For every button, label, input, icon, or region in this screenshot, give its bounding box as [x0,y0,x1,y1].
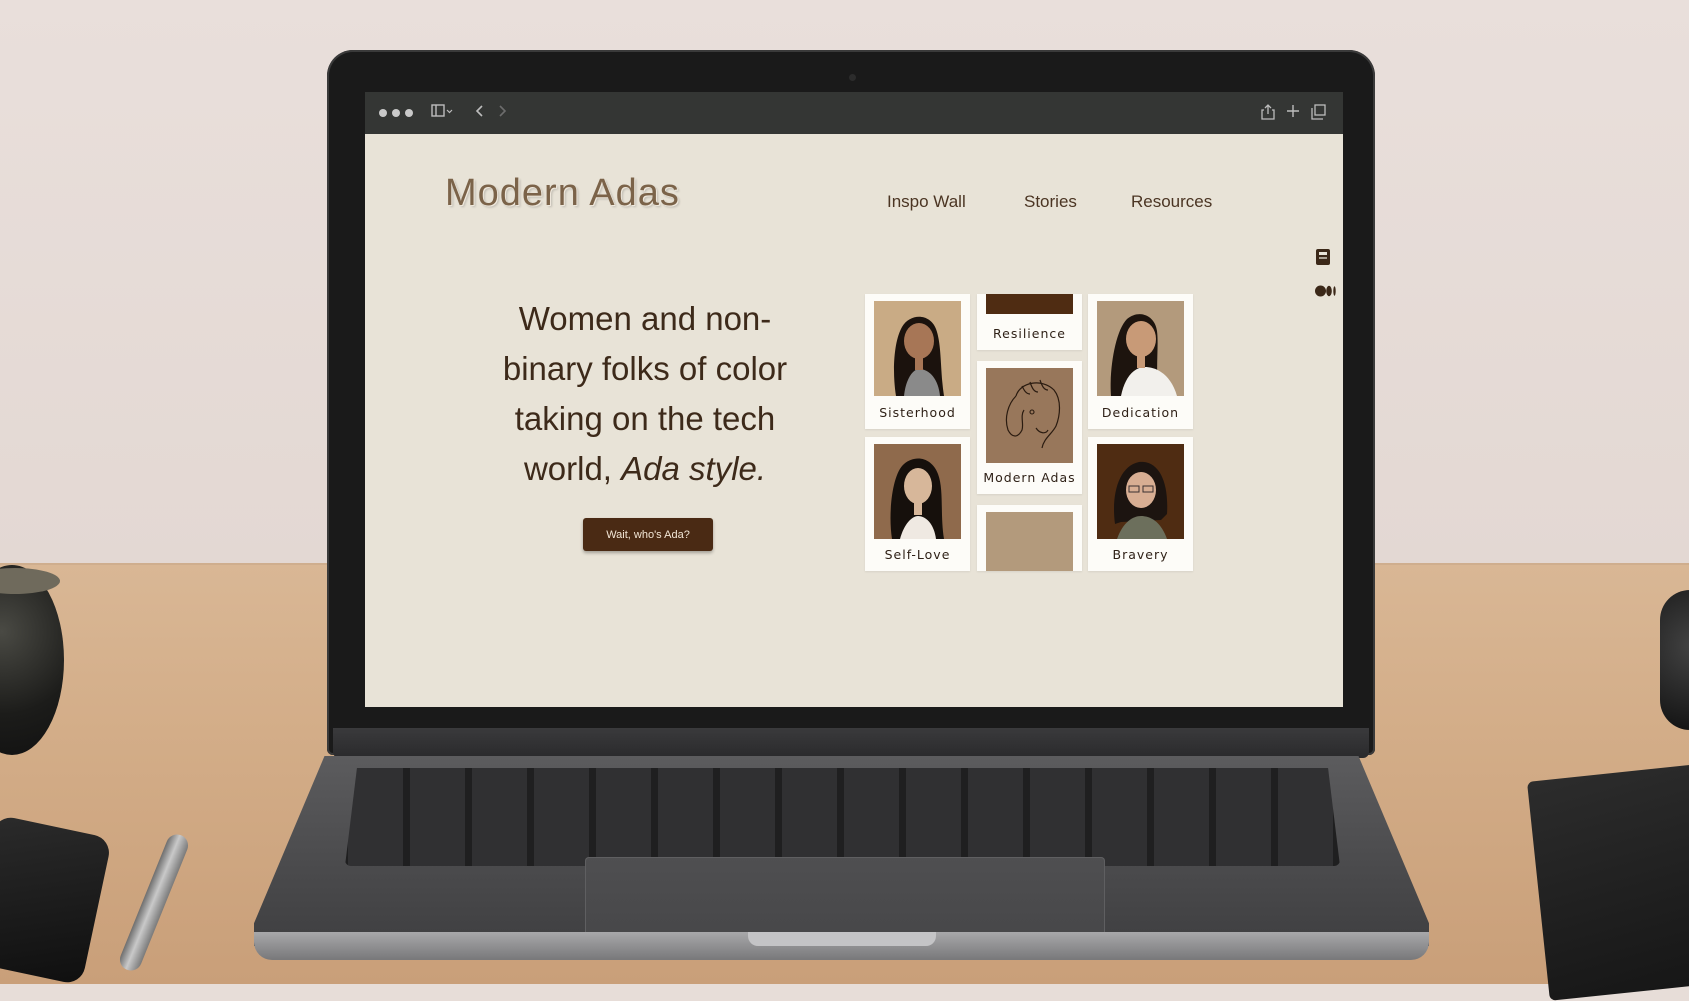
site-logo[interactable]: Modern Adas [445,172,680,215]
new-tab-icon[interactable] [1286,104,1300,122]
hero-line: taking on the tech [514,400,776,437]
who-is-ada-button[interactable]: Wait, who's Ada? [583,518,713,551]
photo-crop [986,294,1073,314]
laptop-hinge [333,728,1369,758]
card-self-love[interactable]: Self-Love [865,437,970,571]
notebook [1526,763,1689,1001]
card-modern-adas[interactable]: Modern Adas [977,361,1082,494]
card-label: Sisterhood [879,405,956,420]
hero-line: binary folks of color [502,350,788,387]
card-placeholder[interactable] [977,505,1082,571]
mug [1660,590,1689,730]
portrait-photo [1097,301,1184,396]
card-dedication[interactable]: Dedication [1088,294,1193,429]
card-label: Bravery [1112,547,1169,562]
nav-resources[interactable]: Resources [1131,192,1212,212]
photo-crop [986,512,1073,571]
sidebar-icon[interactable] [431,104,453,122]
hero-emphasis: Ada style. [621,450,767,487]
hero-line-prefix: world, [523,450,622,487]
card-label: Resilience [993,326,1066,341]
card-bravery[interactable]: Bravery [1088,437,1193,571]
trackpad [585,857,1105,937]
book-icon[interactable] [1315,248,1335,266]
card-resilience[interactable]: Resilience [977,294,1082,350]
card-sisterhood[interactable]: Sisterhood [865,294,970,429]
portrait-photo [874,301,961,396]
hero-line: world, Ada style. [465,444,825,494]
forward-icon[interactable] [497,104,507,122]
keyboard [345,768,1340,866]
hero-line: Women and non- [518,300,772,337]
more-dots-icon[interactable] [405,109,413,117]
browser-toolbar [365,92,1343,134]
laptop-lip-notch [748,932,936,946]
nav-stories[interactable]: Stories [1024,192,1077,212]
laptop-screen: Modern Adas Inspo Wall Stories Resources… [365,92,1343,707]
nav-inspo-wall[interactable]: Inspo Wall [887,192,966,212]
more-dots-icon[interactable] [379,109,387,117]
medium-icon[interactable] [1315,282,1336,300]
portrait-photo [874,444,961,539]
more-dots-icon[interactable] [392,109,400,117]
portrait-photo [1097,444,1184,539]
back-icon[interactable] [475,104,485,122]
card-label: Self-Love [884,547,951,562]
card-label: Dedication [1101,405,1180,420]
share-icon[interactable] [1261,104,1275,124]
webcam [849,74,856,81]
hero-headline: Women and non- binary folks of color tak… [465,294,825,494]
tabs-icon[interactable] [1311,104,1327,124]
card-label: Modern Adas [983,470,1076,485]
line-art-portrait [986,368,1073,463]
